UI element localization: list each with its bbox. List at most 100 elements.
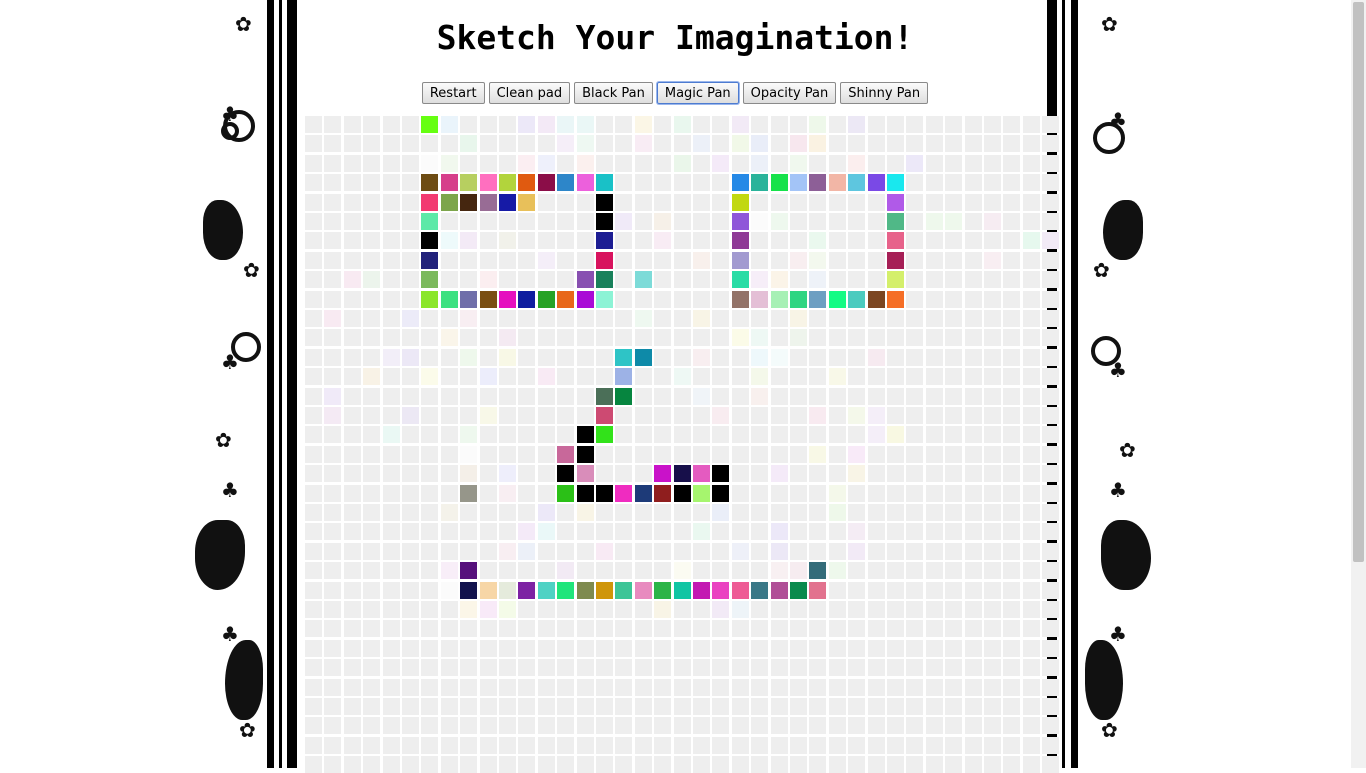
grid-cell[interactable] xyxy=(868,640,885,657)
grid-cell[interactable] xyxy=(324,310,341,327)
grid-cell[interactable] xyxy=(383,426,400,443)
grid-cell[interactable] xyxy=(848,504,865,521)
grid-cell[interactable] xyxy=(518,329,535,346)
grid-cell[interactable] xyxy=(887,543,904,560)
grid-cell[interactable] xyxy=(324,620,341,637)
grid-cell[interactable] xyxy=(324,407,341,424)
grid-cell[interactable] xyxy=(829,155,846,172)
grid-cell[interactable] xyxy=(538,446,555,463)
grid-cell[interactable] xyxy=(538,465,555,482)
grid-cell[interactable] xyxy=(809,135,826,152)
grid-cell[interactable] xyxy=(441,310,458,327)
grid-cell[interactable] xyxy=(460,291,477,308)
grid-cell[interactable] xyxy=(344,213,361,230)
grid-cell[interactable] xyxy=(344,174,361,191)
grid-cell[interactable] xyxy=(926,562,943,579)
grid-cell[interactable] xyxy=(363,271,380,288)
grid-cell[interactable] xyxy=(712,465,729,482)
grid-cell[interactable] xyxy=(829,271,846,288)
grid-cell[interactable] xyxy=(751,368,768,385)
grid-cell[interactable] xyxy=(615,737,632,754)
grid-cell[interactable] xyxy=(887,349,904,366)
grid-cell[interactable] xyxy=(1003,291,1020,308)
grid-cell[interactable] xyxy=(732,135,749,152)
grid-cell[interactable] xyxy=(441,543,458,560)
grid-cell[interactable] xyxy=(402,446,419,463)
grid-cell[interactable] xyxy=(906,756,923,773)
grid-cell[interactable] xyxy=(984,329,1001,346)
grid-cell[interactable] xyxy=(790,368,807,385)
grid-cell[interactable] xyxy=(848,174,865,191)
grid-cell[interactable] xyxy=(771,329,788,346)
grid-cell[interactable] xyxy=(480,329,497,346)
grid-cell[interactable] xyxy=(383,194,400,211)
grid-cell[interactable] xyxy=(732,446,749,463)
grid-cell[interactable] xyxy=(1023,271,1040,288)
grid-cell[interactable] xyxy=(790,155,807,172)
grid-cell[interactable] xyxy=(480,620,497,637)
grid-cell[interactable] xyxy=(499,446,516,463)
grid-cell[interactable] xyxy=(596,543,613,560)
grid-cell[interactable] xyxy=(402,310,419,327)
grid-cell[interactable] xyxy=(421,329,438,346)
grid-cell[interactable] xyxy=(499,194,516,211)
grid-cell[interactable] xyxy=(441,194,458,211)
grid-cell[interactable] xyxy=(615,388,632,405)
grid-cell[interactable] xyxy=(732,310,749,327)
grid-cell[interactable] xyxy=(654,679,671,696)
grid-cell[interactable] xyxy=(965,310,982,327)
grid-cell[interactable] xyxy=(848,543,865,560)
grid-cell[interactable] xyxy=(654,310,671,327)
grid-cell[interactable] xyxy=(965,465,982,482)
grid-cell[interactable] xyxy=(538,679,555,696)
grid-cell[interactable] xyxy=(577,310,594,327)
grid-cell[interactable] xyxy=(868,116,885,133)
grid-cell[interactable] xyxy=(848,582,865,599)
grid-cell[interactable] xyxy=(1023,485,1040,502)
shinny-pan-button[interactable]: Shinny Pan xyxy=(840,82,929,104)
grid-cell[interactable] xyxy=(402,291,419,308)
grid-cell[interactable] xyxy=(945,737,962,754)
grid-cell[interactable] xyxy=(771,426,788,443)
grid-cell[interactable] xyxy=(887,562,904,579)
grid-cell[interactable] xyxy=(363,620,380,637)
grid-cell[interactable] xyxy=(868,426,885,443)
grid-cell[interactable] xyxy=(751,194,768,211)
grid-cell[interactable] xyxy=(771,659,788,676)
grid-cell[interactable] xyxy=(499,582,516,599)
grid-cell[interactable] xyxy=(480,465,497,482)
grid-cell[interactable] xyxy=(557,310,574,327)
grid-cell[interactable] xyxy=(868,213,885,230)
grid-cell[interactable] xyxy=(751,523,768,540)
grid-cell[interactable] xyxy=(518,155,535,172)
grid-cell[interactable] xyxy=(383,252,400,269)
grid-cell[interactable] xyxy=(596,271,613,288)
grid-cell[interactable] xyxy=(965,135,982,152)
grid-cell[interactable] xyxy=(557,717,574,734)
grid-cell[interactable] xyxy=(1042,213,1059,230)
grid-cell[interactable] xyxy=(693,756,710,773)
grid-cell[interactable] xyxy=(557,329,574,346)
grid-cell[interactable] xyxy=(674,485,691,502)
grid-cell[interactable] xyxy=(460,174,477,191)
grid-cell[interactable] xyxy=(518,620,535,637)
grid-cell[interactable] xyxy=(732,659,749,676)
grid-cell[interactable] xyxy=(751,698,768,715)
grid-cell[interactable] xyxy=(712,407,729,424)
grid-cell[interactable] xyxy=(635,523,652,540)
grid-cell[interactable] xyxy=(984,174,1001,191)
grid-cell[interactable] xyxy=(984,504,1001,521)
grid-cell[interactable] xyxy=(751,310,768,327)
grid-cell[interactable] xyxy=(383,446,400,463)
grid-cell[interactable] xyxy=(557,213,574,230)
grid-cell[interactable] xyxy=(790,640,807,657)
grid-cell[interactable] xyxy=(965,659,982,676)
grid-cell[interactable] xyxy=(732,291,749,308)
grid-cell[interactable] xyxy=(654,601,671,618)
grid-cell[interactable] xyxy=(771,407,788,424)
magic-pan-button[interactable]: Magic Pan xyxy=(656,82,739,104)
grid-cell[interactable] xyxy=(518,135,535,152)
grid-cell[interactable] xyxy=(480,426,497,443)
grid-cell[interactable] xyxy=(965,194,982,211)
grid-cell[interactable] xyxy=(732,155,749,172)
